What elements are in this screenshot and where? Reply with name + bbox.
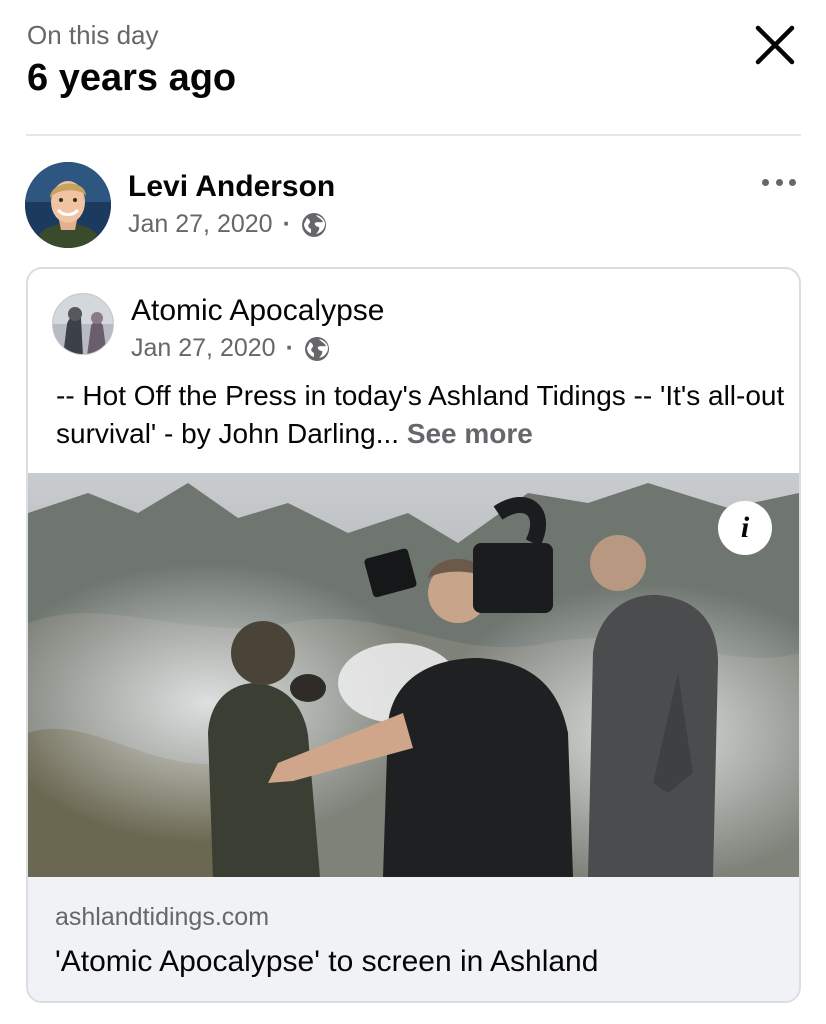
more-options-icon bbox=[762, 178, 769, 186]
shared-post-text: -- Hot Off the Press in today's Ashland … bbox=[56, 377, 796, 453]
page-name[interactable]: Atomic Apocalypse bbox=[131, 294, 384, 328]
link-domain: ashlandtidings.com bbox=[55, 903, 270, 931]
close-button[interactable] bbox=[752, 22, 798, 68]
shared-post-card[interactable]: Atomic Apocalypse Jan 27, 2020 · -- Hot … bbox=[26, 267, 801, 1003]
see-more-link[interactable]: See more bbox=[407, 418, 533, 449]
header-divider bbox=[26, 134, 801, 136]
post-date[interactable]: Jan 27, 2020 bbox=[128, 210, 273, 239]
shared-post-header: Atomic Apocalypse Jan 27, 2020 · bbox=[28, 269, 799, 364]
author-name[interactable]: Levi Anderson bbox=[128, 170, 335, 204]
meta-separator: · bbox=[285, 334, 294, 362]
author-avatar[interactable] bbox=[25, 162, 111, 248]
page-avatar[interactable] bbox=[52, 293, 114, 355]
info-icon: i bbox=[740, 511, 750, 544]
globe-icon bbox=[304, 336, 329, 361]
post-photo[interactable]: i bbox=[28, 473, 799, 877]
link-preview[interactable]: ashlandtidings.com 'Atomic Apocalypse' t… bbox=[28, 877, 799, 1001]
globe-icon bbox=[301, 212, 326, 237]
more-options-button[interactable] bbox=[758, 170, 800, 194]
post-header: Levi Anderson Jan 27, 2020 · bbox=[0, 150, 826, 260]
post-meta: Jan 27, 2020 · bbox=[128, 210, 327, 239]
meta-separator: · bbox=[282, 210, 291, 238]
memory-header: On this day 6 years ago bbox=[0, 0, 826, 136]
shared-post-date[interactable]: Jan 27, 2020 bbox=[131, 334, 276, 363]
shared-post-meta: Jan 27, 2020 · bbox=[131, 334, 330, 363]
memory-subtitle: On this day bbox=[27, 20, 159, 50]
info-button[interactable]: i bbox=[718, 501, 772, 555]
memory-title: 6 years ago bbox=[27, 57, 237, 99]
link-title[interactable]: 'Atomic Apocalypse' to screen in Ashland bbox=[55, 945, 598, 979]
close-icon bbox=[755, 25, 795, 65]
